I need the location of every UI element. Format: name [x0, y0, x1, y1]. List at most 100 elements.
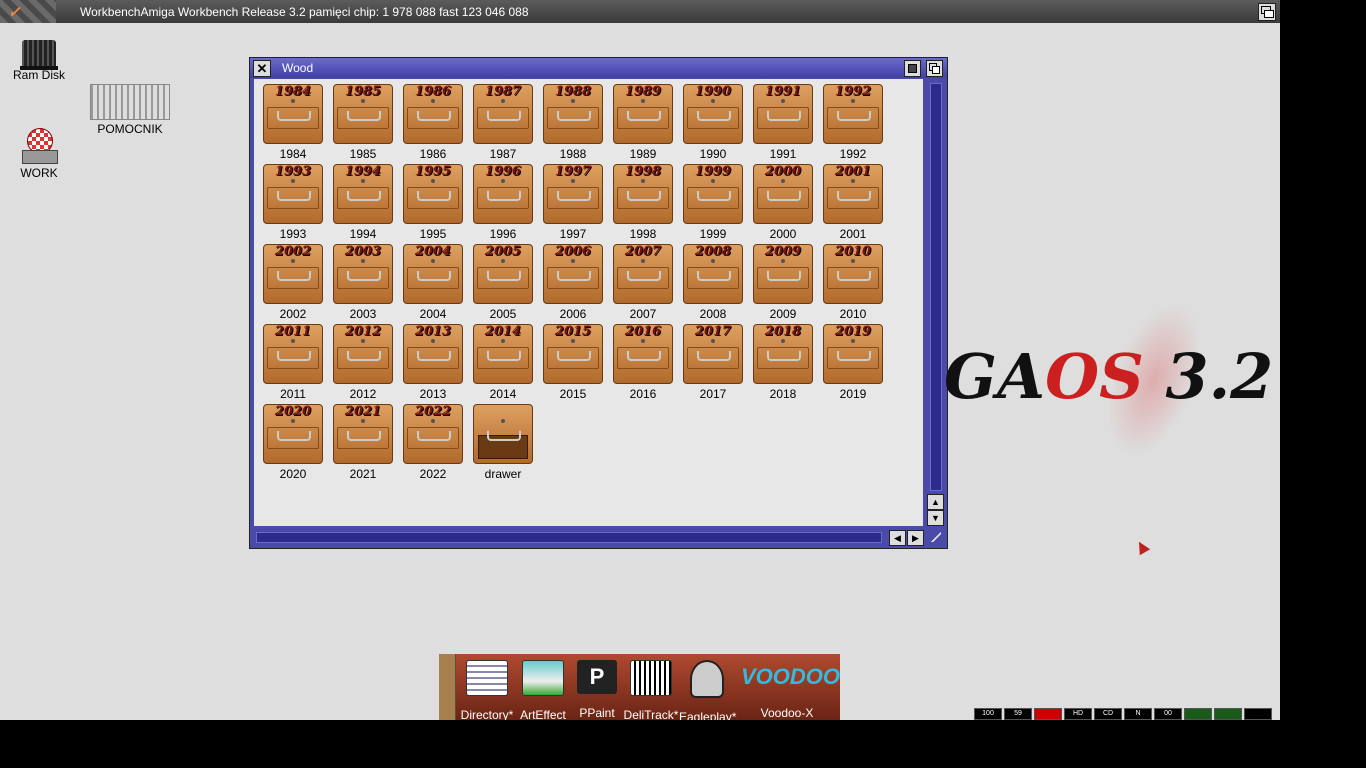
drawer-icon[interactable]: 1997 1997	[540, 164, 606, 241]
drawer-label: 1990	[699, 147, 727, 161]
drawer-icon[interactable]: 2022 2022	[400, 404, 466, 481]
drawer-icon[interactable]: drawer	[470, 404, 536, 481]
wooden-drawer-icon: 1999	[683, 164, 743, 224]
drawer-icon[interactable]: 1989 1989	[610, 84, 676, 161]
drawer-icon[interactable]: 2020 2020	[260, 404, 326, 481]
drawer-icon[interactable]: 1999 1999	[680, 164, 746, 241]
drawer-icon[interactable]: 2003 2003	[330, 244, 396, 321]
drawer-icon[interactable]: 2015 2015	[540, 324, 606, 401]
drawer-icon[interactable]: 2016 2016	[610, 324, 676, 401]
dock-item-voodoo-x[interactable]: VOODOO Voodoo-X	[737, 660, 840, 720]
drawer-year-label: 1984	[274, 84, 312, 99]
dock-item-eagleplay[interactable]: Eagleplay*	[679, 660, 736, 720]
scroll-left-icon[interactable]: ◀	[889, 530, 906, 546]
drawer-icon[interactable]: 2001 2001	[820, 164, 886, 241]
drawer-icon[interactable]: 2018 2018	[750, 324, 816, 401]
scroll-up-icon[interactable]: ▲	[927, 494, 944, 510]
wooden-drawer-icon: 2016	[613, 324, 673, 384]
drawer-year-label: 1991	[764, 84, 802, 99]
dock-item-delitracker[interactable]: DeliTrack*	[623, 660, 679, 720]
drawer-year-label: 1997	[554, 164, 592, 179]
drawer-icon[interactable]: 1991 1991	[750, 84, 816, 161]
wooden-drawer-icon: 1987	[473, 84, 533, 144]
drawer-icon[interactable]: 1993 1993	[260, 164, 326, 241]
gaos-logo-text: GAOS 3.2	[944, 340, 1274, 413]
dock-item-directory[interactable]: Directory*	[459, 660, 515, 720]
drawer-icon[interactable]: 2021 2021	[330, 404, 396, 481]
drawer-label: 1987	[489, 147, 517, 161]
dock-item-label: ArtEffect	[520, 708, 566, 720]
drawer-year-label: 1987	[484, 84, 522, 99]
scroll-right-icon[interactable]: ▶	[907, 530, 924, 546]
screen-title-bar[interactable]: ✓ WorkbenchAmiga Workbench Release 3.2 p…	[0, 0, 1280, 23]
vertical-scroll-knob[interactable]	[930, 83, 942, 491]
close-icon[interactable]: ✕	[253, 60, 271, 77]
drawer-icon[interactable]: 2008 2008	[680, 244, 746, 321]
dock-item-label: PPaint	[579, 706, 615, 720]
vertical-scrollbar[interactable]	[927, 79, 943, 526]
drawer-icon[interactable]: 2014 2014	[470, 324, 536, 401]
zoom-icon[interactable]	[904, 60, 921, 77]
resize-icon[interactable]	[928, 529, 944, 545]
drawer-year-label: 2021	[344, 404, 382, 419]
wooden-drawer-icon: 2008	[683, 244, 743, 304]
dock-drag-handle[interactable]	[439, 654, 456, 720]
drawer-year-label: 2007	[624, 244, 662, 259]
drawer-label: 2016	[629, 387, 657, 401]
drawer-icon[interactable]: 2002 2002	[260, 244, 326, 321]
directory-icon	[466, 660, 508, 696]
drawer-icon[interactable]: 1994 1994	[330, 164, 396, 241]
drawer-icon[interactable]: 2012 2012	[330, 324, 396, 401]
drawer-content-area: 1984 1984 1985 1985 1986 1986 1987 1987 1988 1988…	[254, 79, 923, 526]
app-dock[interactable]: Directory* ArtEffect P PPaint DeliTrack*…	[439, 654, 840, 720]
desktop-icon-label: Ram Disk	[12, 68, 65, 82]
horizontal-scrollbar[interactable]	[254, 529, 884, 545]
drawer-icon[interactable]: 1992 1992	[820, 84, 886, 161]
drawer-icon[interactable]: 1985 1985	[330, 84, 396, 161]
scroll-down-icon[interactable]: ▼	[927, 510, 944, 526]
drawer-icon[interactable]: 1996 1996	[470, 164, 536, 241]
desktop-icon-work[interactable]: WORK	[12, 128, 66, 180]
drawer-label: 2005	[489, 307, 517, 321]
drawer-icon[interactable]: 2010 2010	[820, 244, 886, 321]
drawer-icon[interactable]: 1987 1987	[470, 84, 536, 161]
dock-item-arteffect[interactable]: ArtEffect	[517, 660, 569, 720]
drawer-icon[interactable]: 1984 1984	[260, 84, 326, 161]
drawer-icon[interactable]: 2013 2013	[400, 324, 466, 401]
drawer-label: 1999	[699, 227, 727, 241]
drawer-icon[interactable]: 2011 2011	[260, 324, 326, 401]
drawer-icon[interactable]: 1986 1986	[400, 84, 466, 161]
drawer-year-label: 2015	[554, 324, 592, 339]
desktop-icon-pomocnik[interactable]: POMOCNIK	[88, 84, 172, 136]
drawer-label: 2022	[419, 467, 447, 481]
depth-icon[interactable]	[926, 60, 943, 77]
drawer-year-label: 1996	[484, 164, 522, 179]
window-title-bar[interactable]: ✕ Wood	[250, 58, 947, 78]
drawer-icon[interactable]: 2009 2009	[750, 244, 816, 321]
drawer-year-label: 1986	[414, 84, 452, 99]
drawer-label: 2021	[349, 467, 377, 481]
desktop-icon-ram-disk[interactable]: Ram Disk	[10, 40, 68, 82]
horizontal-scroll-knob[interactable]	[256, 532, 882, 543]
drawer-label: 1991	[769, 147, 797, 161]
screen-depth-icon[interactable]	[1258, 3, 1276, 21]
drawer-year-label: 2016	[624, 324, 662, 339]
drawer-icon[interactable]: 2000 2000	[750, 164, 816, 241]
dock-item-label: Voodoo-X	[760, 706, 814, 720]
drawer-icon[interactable]: 1988 1988	[540, 84, 606, 161]
drawer-icon[interactable]: 2019 2019	[820, 324, 886, 401]
drawer-icon[interactable]: 2006 2006	[540, 244, 606, 321]
drawer-icon[interactable]: 2017 2017	[680, 324, 746, 401]
drawer-icon[interactable]: 1995 1995	[400, 164, 466, 241]
drawer-icon[interactable]: 1990 1990	[680, 84, 746, 161]
drawer-icon[interactable]: 2005 2005	[470, 244, 536, 321]
wood-window[interactable]: ✕ Wood 1984 1984 1985 1985 1986 1986 1987 1987 1…	[249, 57, 948, 549]
amiga-computer-icon	[90, 84, 170, 120]
drawer-label: 2012	[349, 387, 377, 401]
drawer-icon[interactable]: 2004 2004	[400, 244, 466, 321]
window-title: Wood	[282, 61, 314, 75]
drawer-icon[interactable]: 1998 1998	[610, 164, 676, 241]
drawer-icon[interactable]: 2007 2007	[610, 244, 676, 321]
dock-item-ppaint[interactable]: P PPaint	[573, 660, 621, 720]
wooden-drawer-icon: 2002	[263, 244, 323, 304]
